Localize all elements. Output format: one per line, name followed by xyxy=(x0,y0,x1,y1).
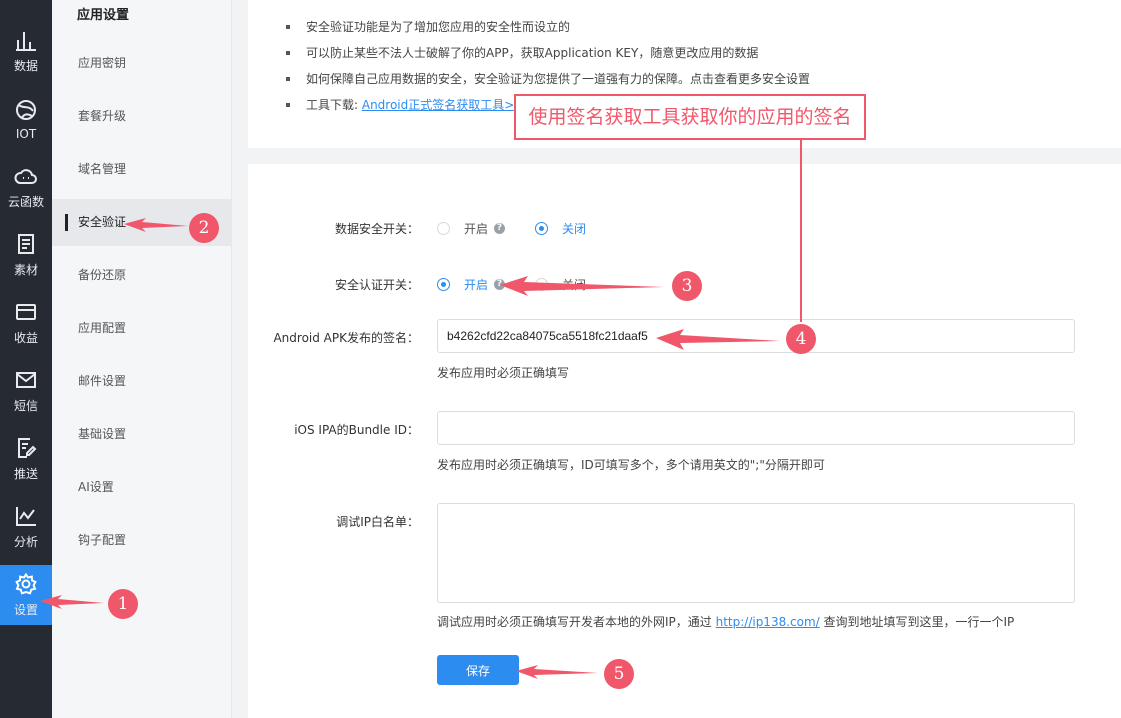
rail-item-label: IOT xyxy=(15,126,37,141)
save-button[interactable]: 保存 xyxy=(437,655,519,685)
rail-item-material[interactable]: 素材 xyxy=(0,225,52,285)
data-security-radio-group: 开启 ? 关闭 xyxy=(437,220,586,237)
rail-item-cloud-function[interactable]: 云函数 xyxy=(0,157,52,217)
ios-bundle-hint: 发布应用时必须正确填写，ID可填写多个，多个请用英文的";"分隔开即可 xyxy=(437,458,825,472)
auth-switch-label: 安全认证开关： xyxy=(334,278,419,292)
auth-switch-radio-group: 开启 ? 关闭 xyxy=(437,276,586,293)
debug-ip-label: 调试IP白名单： xyxy=(336,515,419,529)
rail-item-label: 收益 xyxy=(13,331,38,345)
signature-tool-link[interactable]: Android正式签名获取工具>> xyxy=(362,98,525,112)
tool-download-prefix: 工具下载: xyxy=(306,98,362,112)
submenu-item-domain[interactable]: 域名管理 xyxy=(52,146,232,193)
auth-switch-on-radio[interactable] xyxy=(437,278,450,291)
rail-item-label: 设置 xyxy=(13,603,38,617)
note-item: 可以防止某些不法人士破解了你的APP，获取Application KEY，随意更… xyxy=(286,43,810,69)
rail-item-label: 分析 xyxy=(13,535,38,549)
submenu-item-ai[interactable]: AI设置 xyxy=(52,464,232,511)
security-form-card: 数据安全开关： 开启 ? 关闭 安全认证开关： 开启 ? 关闭 Android … xyxy=(248,164,1121,718)
ios-bundle-label: iOS IPA的Bundle ID： xyxy=(294,423,419,437)
submenu-item-plan-upgrade[interactable]: 套餐升级 xyxy=(52,93,232,140)
rail-item-sms[interactable]: 短信 xyxy=(0,361,52,421)
line-chart-icon xyxy=(14,504,38,528)
data-security-label: 数据安全开关： xyxy=(334,222,419,236)
note-item: 如何保障自己应用数据的安全，安全验证为您提供了一道强有力的保障。点击查看更多安全… xyxy=(286,69,810,95)
gear-icon xyxy=(14,572,38,596)
annotation-number-5: 5 xyxy=(604,659,634,689)
submenu-item-app-config[interactable]: 应用配置 xyxy=(52,305,232,352)
auth-switch-off-radio[interactable] xyxy=(535,278,549,291)
settings-submenu: 应用设置 应用密钥 套餐升级 域名管理 安全验证 备份还原 应用配置 邮件设置 … xyxy=(52,0,232,718)
rail-item-data[interactable]: 数据 xyxy=(0,21,52,81)
submenu-item-mail[interactable]: 邮件设置 xyxy=(52,358,232,405)
debug-ip-textarea[interactable] xyxy=(437,503,1075,603)
annotation-number-3: 3 xyxy=(672,271,702,301)
submenu-title: 应用设置 xyxy=(77,8,130,23)
help-icon[interactable]: ? xyxy=(494,279,506,290)
debug-ip-hint-prefix: 调试应用时必须正确填写开发者本地的外网IP，通过 xyxy=(437,615,716,629)
document-icon xyxy=(14,232,38,256)
globe-icon xyxy=(14,98,38,122)
android-signature-label: Android APK发布的签名： xyxy=(273,331,419,345)
annotation-number-4: 4 xyxy=(786,324,816,354)
bar-chart-icon xyxy=(14,28,38,52)
auth-switch-off-label[interactable]: 关闭 xyxy=(562,276,586,293)
debug-ip-hint: 调试应用时必须正确填写开发者本地的外网IP，通过 http://ip138.co… xyxy=(437,613,1014,630)
help-icon[interactable]: ? xyxy=(494,223,506,234)
submenu-item-hooks[interactable]: 钩子配置 xyxy=(52,517,232,564)
rail-item-revenue[interactable]: 收益 xyxy=(0,293,52,353)
debug-ip-hint-suffix: 查询到地址填写到这里，一行一个IP xyxy=(819,615,1015,629)
submenu-item-backup[interactable]: 备份还原 xyxy=(52,252,232,299)
submenu-item-basic[interactable]: 基础设置 xyxy=(52,411,232,458)
submenu-item-app-key[interactable]: 应用密钥 xyxy=(52,40,232,87)
rail-item-push[interactable]: 推送 xyxy=(0,429,52,489)
data-security-on-label[interactable]: 开启 xyxy=(464,220,488,237)
data-security-off-radio[interactable] xyxy=(535,222,549,235)
annotation-number-1: 1 xyxy=(108,589,138,619)
annotation-callout: 使用签名获取工具获取你的应用的签名 xyxy=(514,94,866,140)
edit-doc-icon xyxy=(14,436,38,460)
android-signature-input[interactable] xyxy=(437,319,1075,353)
cloud-icon xyxy=(14,164,38,188)
rail-item-analytics[interactable]: 分析 xyxy=(0,497,52,557)
rail-item-iot[interactable]: IOT xyxy=(0,89,52,149)
android-signature-hint: 发布应用时必须正确填写 xyxy=(437,366,570,380)
auth-switch-on-label[interactable]: 开启 xyxy=(464,276,488,293)
wallet-icon xyxy=(14,300,38,324)
mail-icon xyxy=(14,368,38,392)
rail-item-label: 推送 xyxy=(13,467,38,481)
data-security-off-label[interactable]: 关闭 xyxy=(562,220,586,237)
ip138-link[interactable]: http://ip138.com/ xyxy=(716,615,820,629)
rail-item-label: 云函数 xyxy=(7,195,44,209)
rail-item-label: 短信 xyxy=(13,399,38,413)
ios-bundle-input[interactable] xyxy=(437,411,1075,445)
icon-rail: 数据 IOT 云函数 素材 收益 短信 推送 分析 设置 xyxy=(0,0,52,718)
note-item: 安全验证功能是为了增加您应用的安全性而设立的 xyxy=(286,17,810,43)
rail-item-label: 数据 xyxy=(13,59,38,73)
rail-item-settings[interactable]: 设置 xyxy=(0,565,52,625)
rail-item-label: 素材 xyxy=(13,263,38,277)
data-security-on-radio[interactable] xyxy=(437,222,450,235)
annotation-number-2: 2 xyxy=(189,213,219,243)
